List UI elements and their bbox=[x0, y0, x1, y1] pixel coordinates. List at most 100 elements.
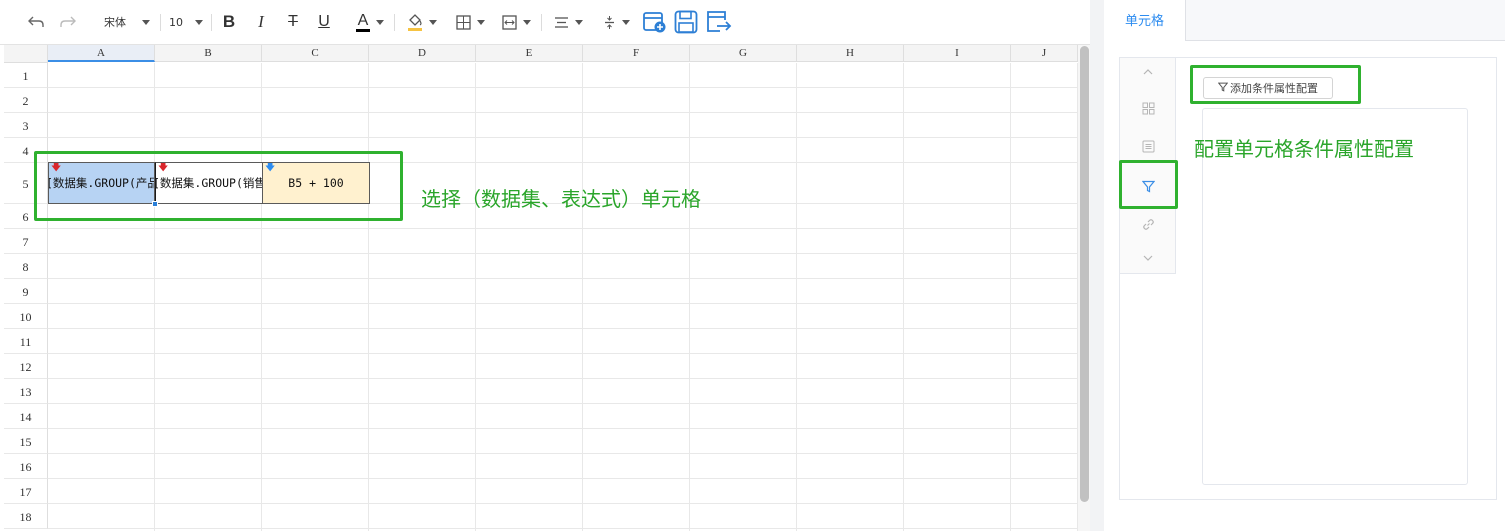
grid-row-line bbox=[48, 353, 1078, 354]
link-icon[interactable] bbox=[1120, 214, 1176, 234]
grid-icon[interactable] bbox=[1120, 98, 1176, 118]
column-header-i[interactable]: I bbox=[904, 45, 1011, 62]
row-header-18[interactable]: 18 bbox=[4, 504, 48, 529]
redo-icon[interactable] bbox=[56, 8, 80, 36]
border-button[interactable] bbox=[450, 8, 490, 36]
save-button[interactable] bbox=[673, 8, 699, 36]
underline-button[interactable]: U bbox=[313, 8, 335, 36]
row-header-14[interactable]: 14 bbox=[4, 404, 48, 429]
grid-row-line bbox=[48, 228, 1078, 229]
merge-cells-button[interactable] bbox=[496, 8, 536, 36]
horizontal-align-button[interactable] bbox=[548, 8, 588, 36]
row-header-7[interactable]: 7 bbox=[4, 229, 48, 254]
row-header-2[interactable]: 2 bbox=[4, 88, 48, 113]
select-all-corner[interactable] bbox=[4, 45, 48, 63]
row-header-12[interactable]: 12 bbox=[4, 354, 48, 379]
row-header-8[interactable]: 8 bbox=[4, 254, 48, 279]
panel-tab-bar: 单元格 bbox=[1104, 0, 1505, 41]
grid-row-line bbox=[48, 303, 1078, 304]
row-header-10[interactable]: 10 bbox=[4, 304, 48, 329]
chevron-down-icon bbox=[621, 19, 630, 25]
column-header-f[interactable]: F bbox=[583, 45, 690, 62]
column-headers: ABCDEFGHIJ bbox=[48, 45, 1078, 62]
chevron-down-icon bbox=[522, 19, 531, 25]
condition-list-box bbox=[1202, 108, 1468, 485]
column-header-j[interactable]: J bbox=[1011, 45, 1078, 62]
annotation-panel-note: 配置单元格条件属性配置 bbox=[1194, 137, 1414, 161]
strikethrough-button[interactable]: T bbox=[282, 8, 304, 36]
font-family-value: 宋体 bbox=[104, 16, 126, 29]
grid-row-line bbox=[48, 87, 1078, 88]
row-header-1[interactable]: 1 bbox=[4, 63, 48, 88]
row-header-13[interactable]: 13 bbox=[4, 379, 48, 404]
row-header-11[interactable]: 11 bbox=[4, 329, 48, 354]
row-header-16[interactable]: 16 bbox=[4, 454, 48, 479]
grid-area[interactable] bbox=[48, 63, 1078, 531]
toolbar-divider bbox=[541, 14, 542, 31]
list-icon[interactable] bbox=[1120, 136, 1176, 156]
italic-label: I bbox=[258, 12, 264, 31]
vertical-align-icon bbox=[603, 15, 616, 30]
chevron-up-icon[interactable] bbox=[1120, 62, 1176, 82]
font-family-select[interactable]: 宋体 bbox=[98, 8, 156, 36]
column-header-e[interactable]: E bbox=[476, 45, 583, 62]
chevron-down-icon bbox=[429, 19, 437, 25]
font-color-label: A bbox=[355, 12, 371, 32]
grid-column-line bbox=[689, 63, 690, 531]
column-header-a[interactable]: A bbox=[48, 45, 155, 62]
font-size-select[interactable]: 10 bbox=[166, 8, 206, 36]
chevron-down-icon[interactable] bbox=[1120, 248, 1176, 268]
grid-column-line bbox=[582, 63, 583, 531]
strikethrough-label: T bbox=[288, 13, 298, 30]
grid-row-line bbox=[48, 328, 1078, 329]
undo-icon[interactable] bbox=[24, 8, 48, 36]
chevron-down-icon bbox=[376, 19, 385, 25]
column-header-g[interactable]: G bbox=[690, 45, 797, 62]
grid-column-line bbox=[796, 63, 797, 531]
vertical-scrollbar-thumb[interactable] bbox=[1080, 46, 1089, 502]
panel-body: 添加条件属性配置 bbox=[1119, 57, 1497, 500]
export-icon bbox=[706, 10, 732, 34]
save-icon bbox=[674, 10, 698, 34]
panel-divider[interactable] bbox=[1090, 0, 1104, 531]
font-color-button[interactable]: A bbox=[350, 8, 390, 36]
grid-row-line bbox=[48, 253, 1078, 254]
bold-button[interactable]: B bbox=[218, 8, 240, 36]
grid-column-line bbox=[154, 63, 155, 531]
font-size-value: 10 bbox=[169, 15, 183, 29]
grid-row-line bbox=[48, 503, 1078, 504]
merge-cells-icon bbox=[501, 14, 517, 30]
row-header-9[interactable]: 9 bbox=[4, 279, 48, 304]
new-sheet-button[interactable] bbox=[642, 8, 668, 36]
tab-cell[interactable]: 单元格 bbox=[1104, 0, 1186, 41]
row-header-17[interactable]: 17 bbox=[4, 479, 48, 504]
column-header-d[interactable]: D bbox=[369, 45, 476, 62]
grid-column-line bbox=[368, 63, 369, 531]
row-header-3[interactable]: 3 bbox=[4, 113, 48, 138]
toolbar-divider bbox=[394, 14, 395, 31]
grid-row-line bbox=[48, 428, 1078, 429]
chevron-down-icon bbox=[476, 19, 485, 25]
italic-button[interactable]: I bbox=[250, 8, 272, 36]
grid-row-line bbox=[48, 403, 1078, 404]
underline-label: U bbox=[318, 13, 330, 30]
column-header-h[interactable]: H bbox=[797, 45, 904, 62]
column-header-b[interactable]: B bbox=[155, 45, 262, 62]
column-header-c[interactable]: C bbox=[262, 45, 369, 62]
new-sheet-icon bbox=[643, 11, 667, 33]
row-header-15[interactable]: 15 bbox=[4, 429, 48, 454]
fill-color-button[interactable] bbox=[402, 8, 442, 36]
grid-column-line bbox=[475, 63, 476, 531]
grid-column-line bbox=[261, 63, 262, 531]
chevron-down-icon bbox=[574, 19, 583, 25]
chevron-down-icon bbox=[142, 19, 150, 25]
grid-row-line bbox=[48, 137, 1078, 138]
property-panel: 单元格 添加条件属性配置 配置单元格条件属性配置 bbox=[1104, 0, 1505, 531]
grid-row-line bbox=[48, 528, 1078, 529]
annotation-box-add-button bbox=[1190, 65, 1361, 104]
grid-row-line bbox=[48, 478, 1078, 479]
grid-row-line bbox=[48, 378, 1078, 379]
export-button[interactable] bbox=[705, 8, 733, 36]
vertical-align-button[interactable] bbox=[596, 8, 636, 36]
grid-row-line bbox=[48, 453, 1078, 454]
